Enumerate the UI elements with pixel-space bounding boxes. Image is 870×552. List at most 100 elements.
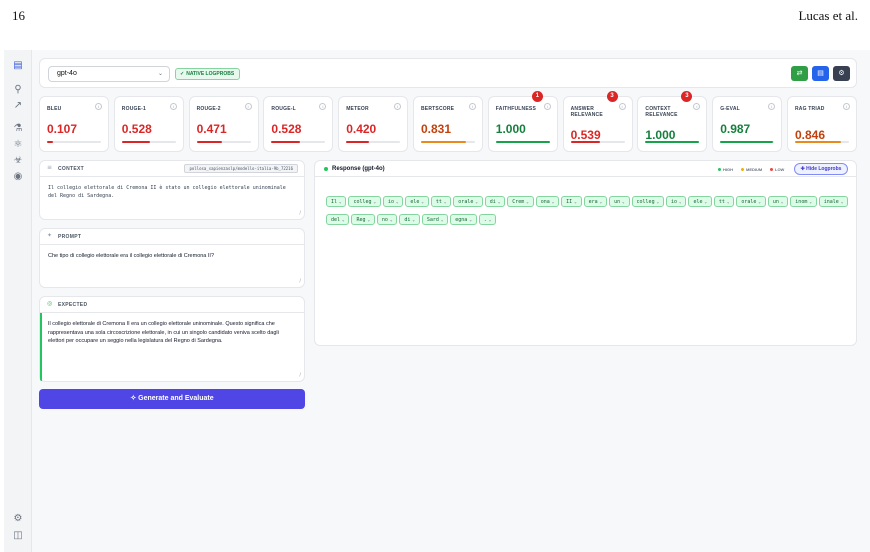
metric-card[interactable]: ANSWER RELEVANCE i 0.539 3 xyxy=(562,91,633,152)
resize-handle-icon[interactable]: ∕ xyxy=(299,210,301,216)
metric-card[interactable]: BERTSCORE i 0.831 xyxy=(413,96,483,152)
token-text: II xyxy=(566,199,573,205)
expected-textarea[interactable]: Il collegio elettorale di Cremona II era… xyxy=(48,320,292,346)
metric-label: ROUGE-1 xyxy=(121,106,146,112)
token-chip[interactable]: ele ⌄ xyxy=(688,196,712,207)
token-text: ona xyxy=(540,199,550,205)
token-chip[interactable]: orale ⌄ xyxy=(736,196,766,207)
token-chip[interactable]: un ⌄ xyxy=(767,196,789,207)
metric-progress-fill xyxy=(720,141,774,143)
info-icon[interactable]: i xyxy=(169,103,177,110)
hide-logprobs-label: Hide Logprobs xyxy=(806,166,842,172)
token-chip[interactable]: inale ⌄ xyxy=(818,196,849,207)
gear-icon: ⚙ xyxy=(838,69,845,77)
token-chip[interactable]: inom ⌄ xyxy=(790,196,817,207)
info-icon[interactable]: i xyxy=(768,103,776,110)
info-icon[interactable]: i xyxy=(95,103,102,110)
token-chip[interactable]: Il ⌄ xyxy=(326,196,347,207)
info-icon[interactable]: i xyxy=(319,103,327,110)
metric-card[interactable]: METEOR i 0.420 xyxy=(338,96,409,152)
token-chip[interactable]: colleg ⌄ xyxy=(631,196,664,207)
token-chip[interactable]: un ⌄ xyxy=(609,196,630,207)
hide-logprobs-button[interactable]: ✚ Hide Logprobs xyxy=(794,163,848,175)
metric-card[interactable]: ROUGE-L i 0.528 xyxy=(263,96,334,152)
token-chip[interactable]: Crem ⌄ xyxy=(507,196,534,207)
metric-card[interactable]: G-EVAL i 0.987 xyxy=(712,96,783,152)
atom-icon[interactable]: ⚛ xyxy=(11,138,25,152)
metric-card[interactable]: FAITHFULNESS i 1.000 1 xyxy=(487,91,558,152)
trend-icon[interactable]: ↗ xyxy=(11,99,25,113)
legend-low-dot xyxy=(770,168,773,172)
prompt-textarea[interactable]: Che tipo di collegio elettorale era il c… xyxy=(48,252,292,261)
metric-progress-fill xyxy=(495,141,550,143)
shuffle-button[interactable]: ⇄ xyxy=(791,66,808,81)
context-textarea[interactable]: Il collegio elettorale di Cremona II è s… xyxy=(48,184,292,200)
info-icon[interactable]: i xyxy=(693,103,701,110)
token-chip[interactable]: Reg ⌄ xyxy=(351,214,375,225)
metric-progress-fill xyxy=(271,141,300,143)
notification-badge[interactable]: 3 xyxy=(681,91,693,102)
panel-icon[interactable]: ◫ xyxy=(11,529,25,543)
info-icon[interactable]: i xyxy=(469,103,476,110)
bug-icon[interactable]: ☣ xyxy=(11,154,25,168)
token-chip[interactable]: ele ⌄ xyxy=(405,196,429,207)
token-chip[interactable]: no ⌄ xyxy=(376,214,398,225)
shield-icon[interactable]: ◉ xyxy=(11,170,25,184)
context-header: ≡ CONTEXT pollosa_sapienzaslp/modello-it… xyxy=(40,161,304,177)
metric-label: BERTSCORE xyxy=(421,106,455,112)
chevron-down-icon: ⌄ xyxy=(395,199,399,204)
token-chip[interactable]: io ⌄ xyxy=(666,196,687,207)
trophy-icon[interactable]: ⚲ xyxy=(11,83,25,97)
model-select[interactable]: gpt-4o ⌄ xyxy=(48,66,170,82)
settings-button[interactable]: ⚙ xyxy=(833,66,850,81)
info-icon[interactable]: i xyxy=(843,103,850,110)
info-icon[interactable]: i xyxy=(244,103,252,110)
metric-card[interactable]: RAG TRIAD i 0.846 xyxy=(787,96,857,152)
flask-icon[interactable]: ⚗ xyxy=(11,122,25,136)
info-icon[interactable]: i xyxy=(543,103,551,110)
chevron-down-icon: ⌄ xyxy=(574,199,577,204)
token-chip[interactable]: tt ⌄ xyxy=(430,196,452,207)
token-chip[interactable]: orale ⌄ xyxy=(453,196,483,207)
info-icon[interactable]: i xyxy=(394,103,402,110)
legend-high-label: HIGH xyxy=(723,167,733,172)
token-chip[interactable]: ona ⌄ xyxy=(535,196,560,207)
token-text: inom xyxy=(795,199,808,205)
chart-icon[interactable]: ▤ xyxy=(11,59,25,73)
token-chip[interactable]: colleg ⌄ xyxy=(348,196,381,207)
metric-card[interactable]: BLEU i 0.107 xyxy=(39,96,109,152)
token-chip[interactable]: Sard ⌄ xyxy=(421,214,449,225)
token-list: Il ⌄ colleg ⌄ io ⌄ ele ⌄ tt ⌄ orale ⌄ di ⌄ Crem ⌄ ona ⌄ II… xyxy=(326,196,856,232)
metric-value: 0.528 xyxy=(121,122,152,136)
legend-low: LOW xyxy=(770,167,784,172)
native-logprobs-badge: ✓ NATIVE LOGPROBS xyxy=(175,68,241,80)
notification-badge[interactable]: 3 xyxy=(606,91,618,102)
token-text: io xyxy=(387,199,394,205)
paper-header: 16 Lucas et al. xyxy=(0,6,870,26)
token-text: . xyxy=(483,217,487,223)
token-text: Reg xyxy=(356,217,366,223)
resize-handle-icon[interactable]: ∕ xyxy=(299,278,301,284)
chevron-down-icon: ⌄ xyxy=(599,199,603,204)
token-chip[interactable]: II ⌄ xyxy=(561,196,582,207)
token-chip[interactable]: di ⌄ xyxy=(484,196,506,207)
resize-handle-icon[interactable]: ∕ xyxy=(299,372,301,378)
notification-badge[interactable]: 1 xyxy=(531,91,543,102)
token-chip[interactable]: del ⌄ xyxy=(326,214,350,225)
token-chip[interactable]: era ⌄ xyxy=(583,196,608,207)
metric-progress-fill xyxy=(47,141,53,143)
token-chip[interactable]: di ⌄ xyxy=(399,214,420,225)
database-button[interactable]: ▤ xyxy=(812,66,829,81)
info-icon[interactable]: i xyxy=(618,103,626,110)
legend-medium-label: MEDIUM xyxy=(746,167,763,172)
token-chip[interactable]: egna ⌄ xyxy=(450,214,477,225)
token-chip[interactable]: io ⌄ xyxy=(382,196,404,207)
metric-progress-track xyxy=(346,141,401,143)
metric-card[interactable]: ROUGE-2 i 0.471 xyxy=(188,96,259,152)
metric-card[interactable]: ROUGE-1 i 0.528 xyxy=(113,96,184,152)
settings-icon[interactable]: ⚙ xyxy=(11,512,25,526)
token-chip[interactable]: tt ⌄ xyxy=(713,196,735,207)
generate-evaluate-button[interactable]: ✧ Generate and Evaluate xyxy=(39,389,305,409)
metric-card[interactable]: CONTEXT RELEVANCE i 1.000 3 xyxy=(637,91,708,152)
token-chip[interactable]: . ⌄ xyxy=(478,214,497,225)
